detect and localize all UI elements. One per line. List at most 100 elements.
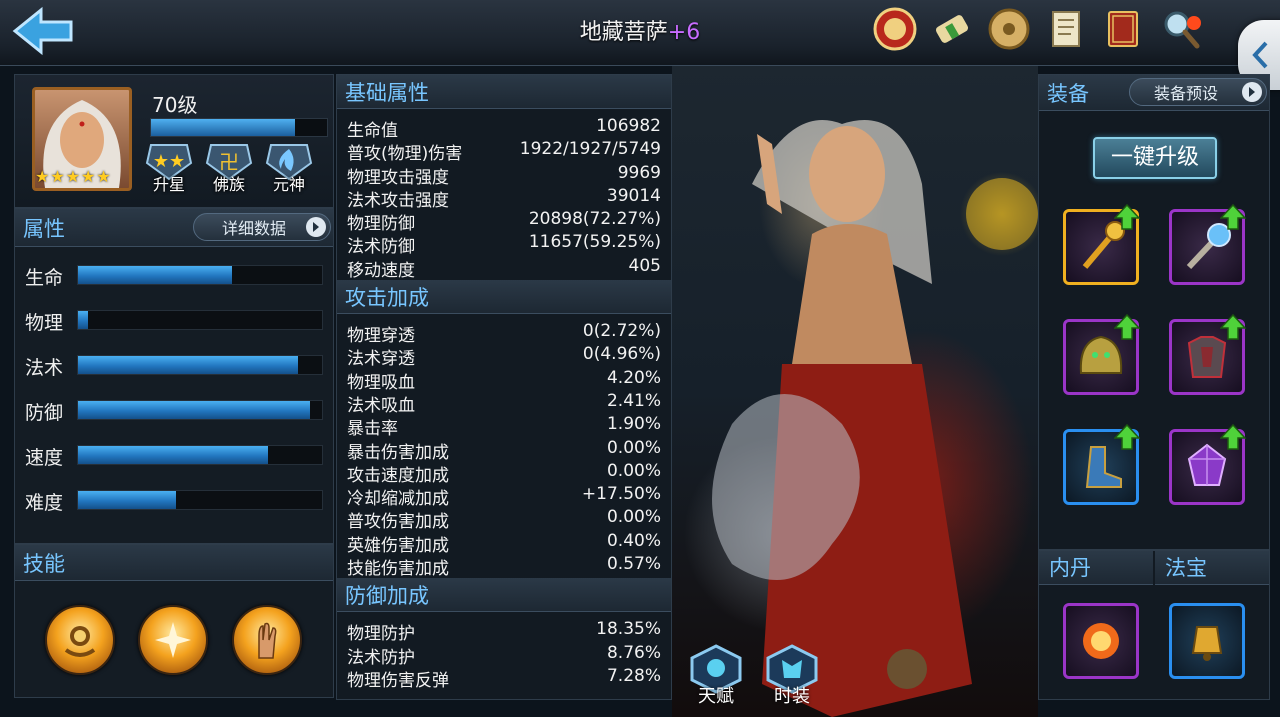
attribute-bar-fill: [78, 266, 232, 284]
attribute-bar: [77, 355, 323, 375]
attribute-label: 生命: [25, 267, 64, 289]
stat-row: 物理吸血 4.20%: [337, 367, 671, 393]
detail-data-button[interactable]: 详细数据: [193, 213, 331, 241]
stat-row: 英雄伤害加成 0.40%: [337, 530, 671, 556]
talent-tab[interactable]: 天赋: [686, 644, 746, 710]
skills-title: 技能: [23, 551, 65, 576]
stats-section-title: 攻击加成: [345, 285, 429, 310]
detail-data-label: 详细数据: [222, 219, 287, 238]
stat-row: 生命值 106982: [337, 115, 671, 141]
equipment-slot-2[interactable]: [1169, 204, 1246, 285]
stat-value: 9969: [617, 162, 661, 183]
stat-row: 法术穿透 0(4.96%): [337, 343, 671, 370]
stat-name: 物理防御: [347, 214, 415, 235]
equipment-slot-5[interactable]: [1063, 424, 1140, 505]
stat-row: 移动速度 405: [337, 255, 671, 281]
equipment-slot-6[interactable]: [1169, 424, 1246, 505]
costume-tab[interactable]: 时装: [762, 644, 822, 710]
chevron-right-icon: [306, 217, 326, 237]
star-up-button[interactable]: ★★ 升星: [143, 141, 195, 195]
spirit-button[interactable]: 元神: [263, 141, 315, 195]
inner-core-header: 内丹: [1039, 551, 1153, 585]
quest-scroll-button[interactable]: [1041, 4, 1091, 54]
hero-card: ★ ★ ★ ★ ★ 70级 ★★ 升星 卍 佛族 元神: [14, 74, 334, 208]
attributes-panel: 属性 详细数据 生命 物理 法术 防御 速度 难度: [14, 208, 334, 544]
stat-row: 物理防护 18.35%: [337, 618, 671, 644]
treasure-header: 法宝: [1155, 551, 1269, 585]
stat-row: 冷却缩减加成 +17.50%: [337, 483, 671, 509]
battle-seal-button[interactable]: [870, 4, 920, 54]
stat-row: 物理伤害反弹 7.28%: [337, 665, 671, 691]
upgrade-arrow-icon: [1220, 314, 1246, 340]
race-button[interactable]: 卍 佛族: [203, 141, 255, 195]
stat-name: 物理吸血: [347, 372, 415, 393]
hero-name-title: 地藏菩萨+6: [500, 14, 780, 46]
prayer-beads-skill-icon: [64, 626, 96, 657]
stat-row: 法术吸血 2.41%: [337, 390, 671, 416]
stat-value: 2.41%: [606, 390, 661, 411]
attribute-row: 物理: [25, 308, 325, 334]
hero-level: 70级: [152, 93, 198, 117]
treasure-slot[interactable]: [1169, 603, 1245, 679]
upgrade-arrow-icon: [1114, 314, 1140, 340]
star-rating: ★ ★ ★ ★ ★: [35, 167, 111, 186]
attribute-bar-fill: [78, 311, 88, 329]
attribute-row: 防御: [25, 398, 325, 424]
equipment-slot-1[interactable]: [1063, 204, 1140, 285]
stat-name: 法术攻击强度: [347, 190, 449, 211]
hero-refine-level: +6: [667, 20, 701, 45]
hero-figure-art: [712, 120, 1038, 717]
stat-row: 暴击率 1.90%: [337, 413, 671, 439]
attribute-row: 速度: [25, 443, 325, 469]
stats-section-header: 防御加成: [337, 578, 671, 613]
chevron-right-icon: [1242, 82, 1262, 102]
stat-value: 405: [628, 255, 661, 276]
attribute-bar-fill: [78, 491, 176, 509]
stats-section-header: 攻击加成: [337, 280, 671, 315]
stat-row: 法术防御 11657(59.25%): [337, 231, 671, 257]
stat-value: 0.00%: [606, 507, 661, 528]
stat-row: 法术防护 8.76%: [337, 642, 671, 668]
equipment-slot-4[interactable]: [1169, 314, 1246, 395]
attribute-row: 生命: [25, 263, 325, 289]
stat-value: 39014: [606, 185, 661, 206]
stat-row: 物理防御 20898(72.27%): [337, 208, 671, 235]
stats-list: 基础属性 生命值 106982 普攻(物理)伤害 1922/1927/5749 物理攻击强…: [337, 75, 671, 691]
notification-dot: [1187, 16, 1201, 30]
book-button[interactable]: [1098, 4, 1148, 54]
star-icon: ★: [96, 167, 111, 186]
gold-coin-button[interactable]: [984, 4, 1034, 54]
skill-1-button[interactable]: [45, 605, 115, 675]
scroll-icon: [935, 15, 969, 43]
attribute-bar: [77, 400, 323, 420]
skill-3-button[interactable]: [232, 605, 302, 675]
costume-tab-label: 时装: [774, 686, 810, 707]
stat-value: 0(2.72%): [582, 321, 661, 342]
back-button[interactable]: [8, 4, 78, 58]
stat-value: 0(4.96%): [582, 344, 661, 365]
scroll-button[interactable]: [927, 4, 977, 54]
stats-section-header: 基础属性: [337, 75, 671, 109]
stat-value: 1922/1927/5749: [519, 139, 661, 160]
stat-value: 8.76%: [606, 642, 661, 663]
equipment-slot-3[interactable]: [1063, 314, 1140, 395]
core-treasure-panel: 内丹 法宝: [1038, 550, 1270, 700]
attribute-bar: [77, 265, 323, 285]
skill-2-button[interactable]: [138, 605, 208, 675]
stat-name: 普攻伤害加成: [347, 512, 449, 533]
one-click-upgrade-button[interactable]: 一键升级: [1093, 137, 1217, 179]
inner-core-slot[interactable]: [1063, 603, 1139, 679]
attribute-row: 难度: [25, 488, 325, 514]
top-icon-bar: [870, 4, 1205, 54]
race-label: 佛族: [212, 175, 245, 194]
equipment-preset-button[interactable]: 装备预设: [1129, 78, 1267, 106]
stat-row: 物理穿透 0(2.72%): [337, 320, 671, 346]
mudra-hand-skill-icon: [258, 622, 277, 659]
stat-row: 普攻(物理)伤害 1922/1927/5749: [337, 138, 671, 164]
hero-name: 地藏菩萨: [579, 20, 668, 45]
gold-coin-icon: [988, 8, 1030, 50]
stat-name: 法术穿透: [347, 349, 415, 370]
upgrade-arrow-icon: [1220, 204, 1246, 230]
search-button[interactable]: [1155, 4, 1205, 54]
stat-row: 攻击速度加成 0.00%: [337, 460, 671, 486]
